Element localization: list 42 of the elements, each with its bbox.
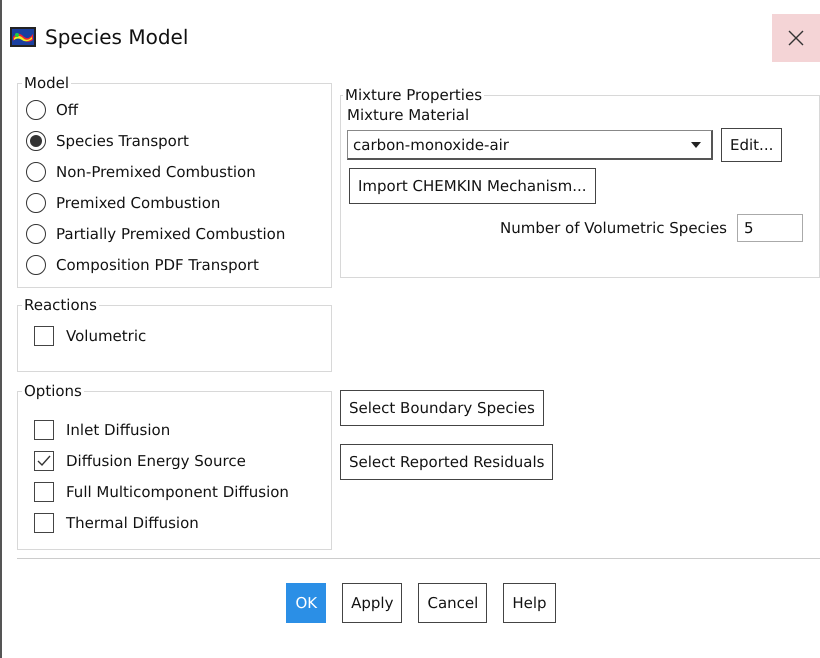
checkbox-label: Volumetric [66,326,146,344]
radio-label: Premixed Combustion [56,194,220,212]
radio-button[interactable] [26,192,46,212]
field-label: Number of Volumetric Species [500,219,727,237]
species-count-field[interactable]: 5 [737,214,803,242]
radio-label: Partially Premixed Combustion [56,224,286,242]
checkbox[interactable] [34,450,54,470]
checkbox-label: Diffusion Energy Source [66,452,246,470]
group-label: Model [23,74,70,92]
app-icon [10,27,36,47]
close-icon [788,30,804,46]
window-title: Species Model [45,25,188,49]
radio-label: Off [56,100,78,118]
radio-button[interactable] [26,162,46,182]
checkbox-label: Full Multicomponent Diffusion [66,482,289,500]
material-dropdown[interactable]: carbon-monoxide-air [347,130,713,160]
checkbox-label: Thermal Diffusion [66,514,199,532]
radio-button[interactable] [26,224,46,244]
checkbox[interactable] [34,482,54,502]
action-button[interactable]: Select Boundary Species [340,390,544,426]
checkbox-label: Inlet Diffusion [66,420,170,438]
action-button[interactable]: Select Reported Residuals [340,444,554,480]
checkbox[interactable] [34,420,54,440]
radio-label: Composition PDF Transport [56,256,259,274]
radio-button[interactable] [26,130,46,150]
caret-icon [691,142,701,148]
group-label: Reactions [23,296,98,314]
radio-label: Species Transport [56,132,189,150]
checkbox[interactable] [34,512,54,532]
dialog-button[interactable]: Apply [342,583,402,623]
radio-label: Non-Premixed Combustion [56,162,256,180]
field-label: Mixture Material [347,106,470,124]
group-label: Mixture Properties [344,86,484,104]
radio-button[interactable] [26,100,46,120]
import-button[interactable]: Import CHEMKIN Mechanism... [349,168,596,204]
radio-button[interactable] [26,254,46,274]
edit-button[interactable]: Edit... [721,128,782,162]
dialog-button[interactable]: Cancel [418,583,488,623]
dialog-button[interactable]: Help [503,583,556,623]
checkbox[interactable] [34,326,54,346]
checkmark-icon [36,454,52,468]
group-label: Options [23,382,83,400]
